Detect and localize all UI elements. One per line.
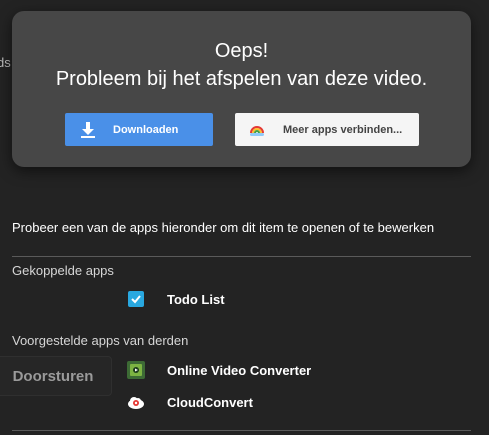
app-label: Todo List	[167, 291, 225, 307]
error-dialog: Oeps! Probleem bij het afspelen van deze…	[12, 11, 471, 167]
dialog-message: Probleem bij het afspelen van deze video…	[55, 68, 428, 90]
download-button-label: Downloaden	[113, 123, 179, 136]
background-fragment-text: ds	[0, 55, 11, 70]
suggested-apps-header: Voorgestelde apps van derden	[12, 333, 189, 348]
connected-apps-header: Gekoppelde apps	[12, 263, 114, 278]
divider	[12, 430, 471, 431]
divider	[12, 256, 471, 257]
forward-button[interactable]: Doorsturen	[0, 356, 112, 396]
apps-prompt-text: Probeer een van de apps hieronder om dit…	[12, 220, 435, 235]
download-icon	[81, 121, 95, 138]
dialog-title: Oeps!	[214, 40, 269, 62]
connect-button-label: Meer apps verbinden...	[283, 123, 403, 136]
cloudconvert-icon	[127, 393, 145, 411]
rainbow-cloud-icon	[249, 123, 265, 137]
download-button[interactable]: Downloaden	[65, 113, 213, 146]
app-label: Online Video Converter	[167, 362, 312, 378]
app-item-online-video-converter[interactable]: Online Video Converter	[127, 361, 311, 379]
connect-more-apps-button[interactable]: Meer apps verbinden...	[235, 113, 419, 146]
app-item-cloudconvert[interactable]: CloudConvert	[127, 393, 253, 411]
app-item-todo-list[interactable]: Todo List	[127, 290, 225, 308]
checkbox-icon	[127, 290, 145, 308]
app-label: CloudConvert	[167, 394, 253, 410]
video-converter-icon	[127, 361, 145, 379]
